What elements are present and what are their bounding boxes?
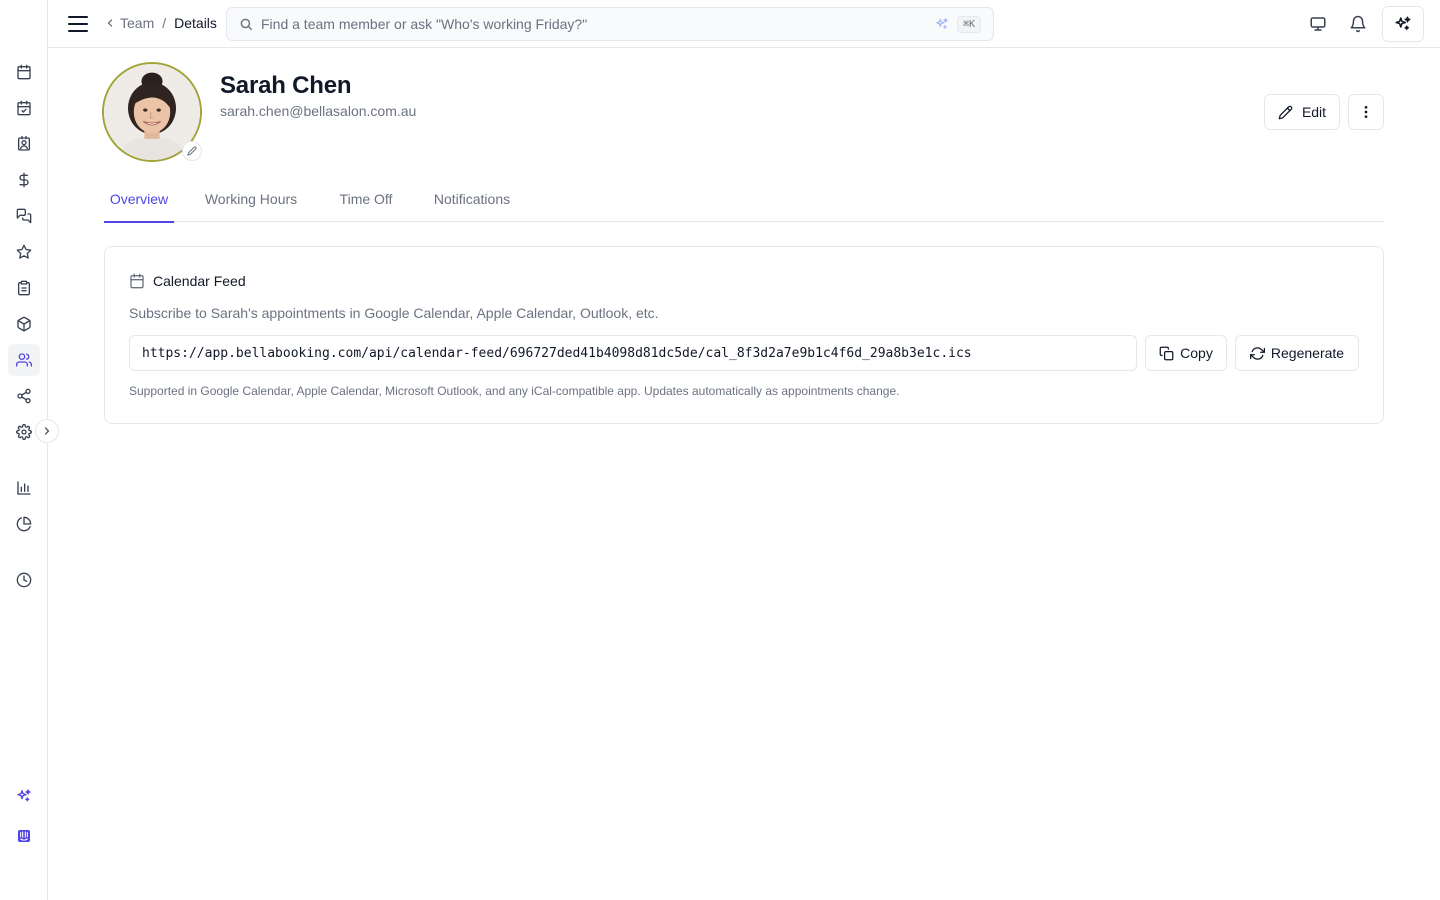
- profile-avatar: [102, 62, 202, 162]
- copy-button-label: Copy: [1180, 345, 1213, 361]
- sidebar-item-ai[interactable]: [8, 780, 40, 812]
- tab-notifications[interactable]: Notifications: [426, 176, 518, 222]
- breadcrumb-parent-label: Team: [120, 15, 155, 31]
- notifications-button[interactable]: [1346, 12, 1370, 36]
- bar-chart-icon: [17, 481, 31, 495]
- sidebar-item-reviews[interactable]: [8, 236, 40, 268]
- ai-assistant-button[interactable]: [1382, 6, 1424, 42]
- sidebar: [0, 0, 59, 900]
- avatar-edit-button[interactable]: [182, 141, 202, 161]
- more-vertical-icon: [1364, 106, 1368, 118]
- calendar-check-icon: [17, 100, 31, 116]
- breadcrumb-current: Details: [174, 15, 217, 31]
- top-bar: Team / Details ⌘K: [48, 0, 1440, 48]
- search-bar: ⌘K: [226, 7, 994, 41]
- sidebar-item-products[interactable]: [8, 308, 40, 340]
- settings-icon: [16, 424, 32, 440]
- profile-email: sarah.chen@bellasalon.com.au: [220, 103, 417, 119]
- pencil-icon: [1278, 105, 1293, 119]
- chevron-right-icon: [44, 427, 50, 435]
- copy-icon: [1159, 346, 1174, 360]
- menu-button[interactable]: [66, 12, 90, 36]
- edit-button[interactable]: Edit: [1264, 94, 1340, 130]
- pencil-icon: [187, 146, 197, 156]
- sparkles-icon: [936, 18, 948, 29]
- profile-name: Sarah Chen: [220, 72, 352, 99]
- calendar-feed-note: Supported in Google Calendar, Apple Cale…: [129, 384, 900, 398]
- messages-icon: [16, 208, 32, 224]
- calendar-icon: [17, 64, 31, 80]
- sidebar-item-team[interactable]: [8, 344, 40, 376]
- edit-button-label: Edit: [1301, 104, 1327, 120]
- tab-overview[interactable]: Overview: [104, 176, 174, 223]
- copy-button[interactable]: Copy: [1145, 335, 1227, 371]
- intercom-icon: [18, 830, 30, 842]
- calendar-feed-header: Calendar Feed: [129, 273, 246, 289]
- search-shortcut-badge: ⌘K: [956, 15, 981, 33]
- sidebar-item-sales[interactable]: [8, 164, 40, 196]
- calendar-icon: [130, 273, 144, 289]
- breadcrumb-separator: /: [162, 15, 167, 31]
- calendar-feed-description: Subscribe to Sarah's appointments in Goo…: [129, 305, 659, 321]
- sidebar-item-calendar[interactable]: [8, 56, 40, 88]
- clipboard-icon: [18, 280, 30, 296]
- sidebar-expand-button[interactable]: [35, 419, 59, 443]
- refresh-icon: [1249, 346, 1265, 360]
- bell-icon: [1350, 15, 1366, 33]
- star-icon: [16, 244, 32, 259]
- sidebar-item-clients[interactable]: [8, 128, 40, 160]
- chevron-left-icon: [107, 19, 113, 27]
- hamburger-icon: [68, 16, 88, 32]
- sidebar-item-analytics[interactable]: [8, 508, 40, 540]
- users-icon: [16, 353, 32, 367]
- calendar-feed-url-field[interactable]: https://app.bellabooking.com/api/calenda…: [129, 335, 1137, 371]
- more-actions-button[interactable]: [1348, 94, 1384, 130]
- sparkles-icon: [17, 789, 31, 802]
- sidebar-item-support-chat[interactable]: [8, 820, 40, 852]
- calendar-feed-title: Calendar Feed: [153, 273, 246, 289]
- share-icon: [17, 388, 31, 404]
- profile-tabs: Overview Working Hours Time Off Notifica…: [104, 176, 1384, 223]
- sidebar-item-reports[interactable]: [8, 472, 40, 504]
- search-icon: [240, 18, 252, 30]
- pie-chart-icon: [16, 516, 32, 532]
- sidebar-item-history[interactable]: [8, 564, 40, 596]
- sidebar-item-messages[interactable]: [8, 200, 40, 232]
- sparkles-icon: [1395, 16, 1411, 30]
- sidebar-item-integrations[interactable]: [8, 380, 40, 412]
- monitor-icon: [1310, 17, 1326, 31]
- tab-working-hours[interactable]: Working Hours: [196, 176, 306, 222]
- regenerate-button[interactable]: Regenerate: [1235, 335, 1359, 371]
- sidebar-item-appointments[interactable]: [8, 92, 40, 124]
- search-input[interactable]: [253, 8, 935, 40]
- contact-card-icon: [18, 136, 30, 151]
- package-icon: [17, 316, 31, 332]
- clock-icon: [16, 572, 32, 588]
- display-button[interactable]: [1306, 12, 1330, 36]
- tab-time-off[interactable]: Time Off: [333, 176, 399, 222]
- calendar-feed-card: Calendar Feed Subscribe to Sarah's appoi…: [104, 246, 1384, 424]
- breadcrumb-team-link[interactable]: Team: [104, 15, 154, 31]
- breadcrumb: Team / Details: [104, 15, 217, 31]
- sidebar-item-forms[interactable]: [8, 272, 40, 304]
- dollar-icon: [19, 172, 29, 188]
- regenerate-button-label: Regenerate: [1270, 345, 1345, 361]
